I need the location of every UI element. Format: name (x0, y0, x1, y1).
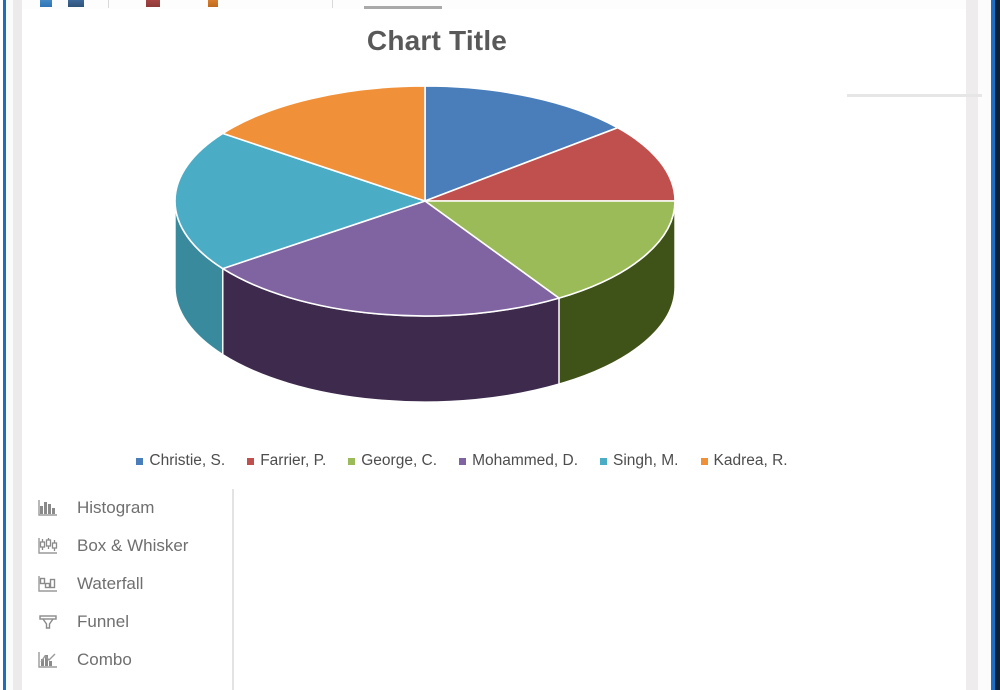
pie-chart-preview (142, 79, 712, 419)
toolbar-divider (108, 0, 109, 8)
dialog-content: Chart Title Christie, S. Farrier, P. Georg… (22, 11, 982, 690)
legend-label: Mohammed, D. (472, 452, 579, 469)
legend-swatch-icon (600, 457, 608, 465)
chart-type-list: Histogram Box & Whisker Waterfall Funnel Com… (30, 489, 230, 679)
histogram-icon (36, 496, 60, 520)
line-chart-icon[interactable] (208, 0, 218, 7)
legend-item[interactable]: Farrier, P. (247, 452, 326, 470)
chart-type-label: Combo (77, 650, 132, 669)
chart-title: Chart Title (366, 25, 508, 56)
chart-type-label: Funnel (77, 612, 129, 631)
legend-label: Farrier, P. (260, 452, 327, 469)
legend-swatch-icon (136, 457, 144, 465)
legend-label: Christie, S. (149, 452, 226, 469)
legend-item[interactable]: Mohammed, D. (459, 452, 578, 470)
toolbar-strip (22, 0, 966, 9)
chart-type-item-histogram[interactable]: Histogram (30, 489, 230, 527)
chart-type-label: Box & Whisker (77, 536, 189, 555)
dialog-right-inner (978, 0, 991, 690)
legend-label: George, C. (361, 452, 438, 469)
dialog-left-gutter (13, 0, 22, 690)
dialog-right-gutter (966, 0, 978, 690)
chart-legend: Christie, S. Farrier, P. George, C. Mohamme… (82, 449, 842, 473)
legend-item[interactable]: Christie, S. (136, 452, 225, 470)
chart-type-label: Histogram (77, 498, 155, 517)
box-whisker-icon (36, 534, 60, 558)
waterfall-icon (36, 572, 60, 596)
column-chart-icon[interactable] (68, 0, 84, 7)
dialog-right-shadow (995, 0, 1000, 690)
chart-type-item-waterfall[interactable]: Waterfall (30, 565, 230, 603)
pie-chart-svg (174, 85, 676, 403)
chart-icon[interactable] (40, 0, 52, 7)
legend-swatch-icon (348, 457, 356, 465)
menu-divider (232, 489, 234, 690)
legend-label: Kadrea, R. (713, 452, 788, 469)
legend-swatch-icon (247, 457, 255, 465)
legend-item[interactable]: George, C. (348, 452, 437, 470)
chart-type-label: Waterfall (77, 574, 144, 593)
chart-type-item-combo[interactable]: Combo (30, 641, 230, 679)
pie-chart-icon[interactable] (146, 0, 160, 7)
legend-item[interactable]: Kadrea, R. (700, 452, 788, 470)
preview-separator-rule (847, 94, 982, 97)
combo-icon (36, 648, 60, 672)
legend-swatch-icon (700, 457, 708, 465)
legend-item[interactable]: Singh, M. (600, 452, 679, 470)
dialog-left-inner (6, 0, 13, 690)
chart-type-item-funnel[interactable]: Funnel (30, 603, 230, 641)
chart-type-item-box-whisker[interactable]: Box & Whisker (30, 527, 230, 565)
legend-label: Singh, M. (613, 452, 679, 469)
legend-swatch-icon (459, 457, 467, 465)
toolbar-divider-2 (332, 0, 333, 8)
funnel-icon (36, 610, 60, 634)
chart-dialog: Chart Title Christie, S. Farrier, P. Georg… (0, 0, 1000, 690)
